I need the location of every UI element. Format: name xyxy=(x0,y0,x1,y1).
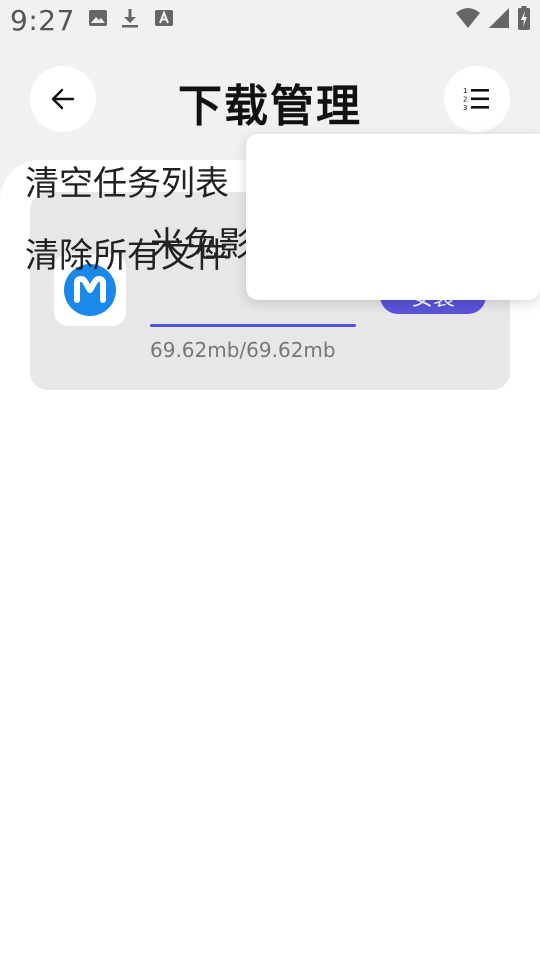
svg-text:3: 3 xyxy=(463,104,467,112)
screen: 9:27 下载管理 1 2 3 69.62mb/69.62mb 清空任务列表 清… xyxy=(0,0,540,960)
menu-item-clear-task-list[interactable]: 清空任务列表 xyxy=(25,156,229,205)
status-bar: 9:27 xyxy=(0,0,540,44)
more-menu-button[interactable]: 1 2 3 xyxy=(444,66,510,132)
signal-icon xyxy=(489,8,509,28)
font-icon xyxy=(155,10,173,26)
numbered-list-icon: 1 2 3 xyxy=(463,87,489,112)
menu-item-clear-all-files[interactable]: 清除所有文件 xyxy=(25,228,229,277)
svg-text:2: 2 xyxy=(463,96,467,104)
svg-text:1: 1 xyxy=(463,87,467,95)
download-progress-bar xyxy=(150,324,356,327)
status-time: 9:27 xyxy=(10,4,75,37)
file-size-text: 69.62mb/69.62mb xyxy=(150,338,336,362)
status-right-icons xyxy=(456,6,530,30)
battery-charging-icon xyxy=(518,6,530,30)
wifi-icon xyxy=(456,8,480,28)
popup-menu xyxy=(246,134,540,300)
image-icon xyxy=(89,10,107,26)
download-icon xyxy=(122,9,138,28)
